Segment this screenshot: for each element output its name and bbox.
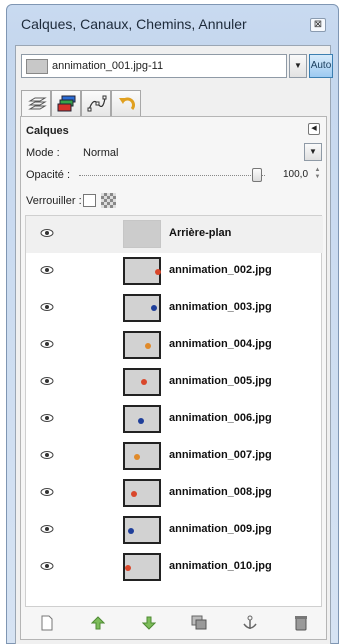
anchor-layer-button[interactable] — [240, 613, 260, 633]
eye-icon[interactable] — [40, 487, 54, 497]
image-selector[interactable]: annimation_001.jpg-11 — [21, 54, 287, 78]
layer-name: annimation_010.jpg — [169, 560, 272, 572]
lower-layer-icon — [142, 616, 156, 630]
layer-row[interactable]: annimation_003.jpg — [26, 290, 323, 327]
undo-history-icon — [119, 97, 135, 110]
layer-row[interactable]: annimation_002.jpg — [26, 253, 323, 290]
layers-list: Arrière-plan annimation_002.jpg annimati… — [25, 215, 323, 607]
eye-icon[interactable] — [40, 302, 54, 312]
eye-icon[interactable] — [40, 413, 54, 423]
layer-row[interactable]: annimation_009.jpg — [26, 512, 323, 549]
image-name: annimation_001.jpg-11 — [52, 60, 164, 72]
layer-thumbnail — [123, 479, 161, 507]
layer-row[interactable]: annimation_010.jpg — [26, 549, 323, 586]
triangle-left-icon: ◀ — [311, 125, 317, 132]
eye-icon[interactable] — [40, 265, 54, 275]
eye-icon[interactable] — [40, 228, 54, 238]
image-selector-row: annimation_001.jpg-11 ▼ Auto — [21, 54, 333, 78]
lock-alpha-icon[interactable] — [101, 193, 116, 208]
layer-name: annimation_007.jpg — [169, 449, 272, 461]
duplicate-layer-icon — [191, 615, 207, 630]
layer-name: annimation_008.jpg — [169, 486, 272, 498]
raise-layer-icon — [91, 616, 105, 630]
raise-layer-button[interactable] — [88, 613, 108, 633]
lock-label: Verrouiller : — [26, 195, 82, 207]
tab-layers[interactable] — [21, 90, 51, 117]
mode-select[interactable]: Normal — [83, 147, 118, 159]
chevron-down-icon: ▼ — [294, 61, 302, 70]
opacity-spinner[interactable]: ▲ ▼ — [314, 167, 321, 183]
layer-thumbnail — [123, 405, 161, 433]
new-layer-button[interactable] — [37, 613, 57, 633]
eye-icon[interactable] — [40, 524, 54, 534]
opacity-slider-handle[interactable] — [252, 168, 262, 182]
opacity-label: Opacité : — [26, 169, 71, 181]
panel-menu-button[interactable]: ◀ — [308, 123, 320, 135]
tab-undo-history[interactable] — [111, 90, 141, 116]
delete-layer-button[interactable] — [291, 613, 311, 633]
layer-name: annimation_002.jpg — [169, 264, 272, 276]
delete-layer-icon — [295, 616, 307, 631]
layer-row[interactable]: annimation_005.jpg — [26, 364, 323, 401]
layer-thumbnail — [123, 442, 161, 470]
layer-row[interactable]: annimation_008.jpg — [26, 475, 323, 512]
dock-content: annimation_001.jpg-11 ▼ Auto Calques ◀ M… — [15, 45, 333, 644]
eye-icon[interactable] — [40, 376, 54, 386]
image-dropdown-button[interactable]: ▼ — [289, 54, 307, 78]
close-button[interactable]: ⊠ — [310, 18, 326, 32]
new-layer-icon — [41, 615, 53, 631]
duplicate-layer-button[interactable] — [189, 613, 209, 633]
channels-icon — [57, 95, 76, 112]
opacity-slider-track[interactable] — [79, 175, 265, 176]
layer-name: annimation_005.jpg — [169, 375, 272, 387]
opacity-value[interactable]: 100,0 — [283, 169, 308, 180]
eye-icon[interactable] — [40, 561, 54, 571]
layer-name: Arrière-plan — [169, 227, 232, 239]
layer-row[interactable]: Arrière-plan — [26, 216, 323, 253]
auto-button[interactable]: Auto — [309, 54, 333, 78]
anchor-layer-icon — [243, 615, 257, 629]
layers-panel: Calques ◀ Mode : Normal ▼ Opacité : 100,… — [20, 116, 327, 640]
layer-thumbnail — [123, 220, 161, 248]
eye-icon[interactable] — [40, 339, 54, 349]
layer-name: annimation_004.jpg — [169, 338, 272, 350]
lower-layer-button[interactable] — [139, 613, 159, 633]
eye-icon[interactable] — [40, 450, 54, 460]
titlebar[interactable]: Calques, Canaux, Chemins, Annuler ⊠ — [7, 5, 338, 39]
layer-name: annimation_006.jpg — [169, 412, 272, 424]
lock-pixels-checkbox[interactable] — [83, 194, 96, 207]
layer-thumbnail — [123, 257, 161, 285]
tab-channels[interactable] — [51, 90, 81, 116]
mode-dropdown-button[interactable]: ▼ — [304, 143, 322, 161]
layer-thumbnail — [123, 331, 161, 359]
layer-thumbnail — [123, 294, 161, 322]
layer-row[interactable]: annimation_006.jpg — [26, 401, 323, 438]
tab-paths[interactable] — [81, 90, 111, 116]
image-thumbnail — [26, 59, 48, 74]
layer-name: annimation_009.jpg — [169, 523, 272, 535]
layer-name: annimation_003.jpg — [169, 301, 272, 313]
paths-icon — [87, 95, 107, 112]
layer-row[interactable]: annimation_004.jpg — [26, 327, 323, 364]
layer-thumbnail — [123, 368, 161, 396]
layer-thumbnail — [123, 516, 161, 544]
layer-thumbnail — [123, 553, 161, 581]
layers-icon — [28, 97, 47, 110]
mode-label: Mode : — [26, 147, 60, 159]
layers-dialog-window: Calques, Canaux, Chemins, Annuler ⊠ anni… — [6, 4, 339, 644]
window-title: Calques, Canaux, Chemins, Annuler — [21, 16, 247, 32]
layer-row[interactable]: annimation_007.jpg — [26, 438, 323, 475]
chevron-down-icon: ▼ — [309, 147, 317, 156]
panel-title: Calques — [26, 125, 69, 137]
layer-actions-bar — [25, 611, 322, 635]
